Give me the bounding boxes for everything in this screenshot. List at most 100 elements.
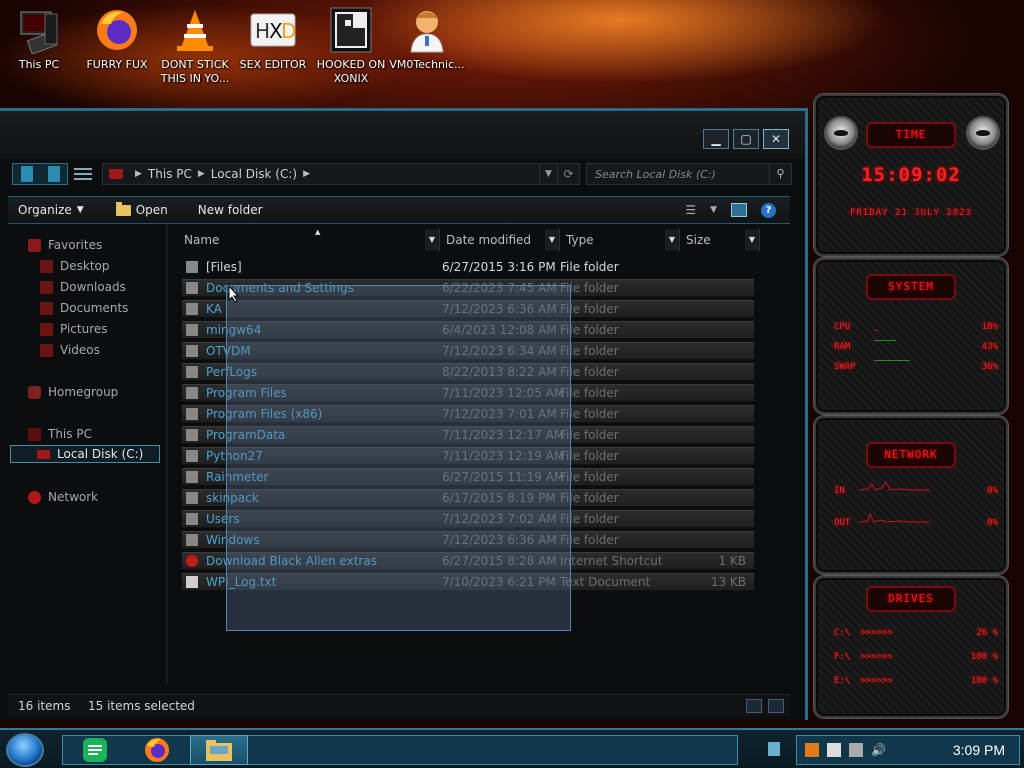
- recent-locations-icon[interactable]: [74, 163, 92, 185]
- desktop-icon-vm0technic[interactable]: VM0Technic...: [389, 6, 465, 72]
- breadcrumb-local-disk[interactable]: Local Disk (C:): [211, 167, 297, 181]
- nav-downloads[interactable]: Downloads: [40, 278, 126, 296]
- nav-documents[interactable]: Documents: [40, 299, 128, 317]
- column-header-date[interactable]: Date modified ▼: [440, 228, 560, 252]
- file-row[interactable]: PerfLogs 8/22/2013 8:22 AM File folder: [182, 363, 754, 381]
- close-button[interactable]: ✕: [763, 129, 789, 149]
- help-icon[interactable]: ?: [761, 202, 776, 218]
- chevron-down-icon[interactable]: ▼: [710, 205, 717, 215]
- start-button[interactable]: [6, 733, 44, 767]
- file-row[interactable]: Windows 7/12/2023 6:36 AM File folder: [182, 531, 754, 549]
- taskbar-file-explorer[interactable]: [190, 735, 248, 765]
- file-name-cell[interactable]: Download Black Alien extras: [182, 554, 440, 568]
- organize-button[interactable]: Organize ▼: [8, 203, 94, 217]
- taskbar-notes-app[interactable]: [66, 735, 124, 765]
- file-row[interactable]: OTVDM 7/12/2023 6:34 AM File folder: [182, 342, 754, 360]
- tray-network-icon[interactable]: [849, 743, 863, 757]
- chevron-right-icon[interactable]: ▶: [303, 169, 310, 179]
- desktop-icon-vlc[interactable]: DONT STICK THIS IN YO...: [157, 6, 233, 86]
- taskbar-clock[interactable]: 3:09 PM: [953, 742, 1019, 758]
- file-name-cell[interactable]: Rainmeter: [182, 470, 440, 484]
- file-row[interactable]: Python27 7/11/2023 12:19 AM File folder: [182, 447, 754, 465]
- back-forward-buttons[interactable]: [12, 163, 68, 185]
- file-row[interactable]: Program Files (x86) 7/12/2023 7:01 AM File…: [182, 405, 754, 423]
- file-name-cell[interactable]: Program Files (x86): [182, 407, 440, 421]
- column-filter-icon[interactable]: ▼: [545, 229, 559, 251]
- address-dropdown-icon[interactable]: ▼: [539, 164, 557, 184]
- nav-videos[interactable]: Videos: [40, 341, 100, 359]
- file-row[interactable]: WPI_Log.txt 7/10/2023 6:21 PM Text Documen…: [182, 573, 754, 591]
- desktop-icon-this-pc[interactable]: This PC: [1, 6, 77, 72]
- file-row[interactable]: Documents and Settings 6/22/2023 7:45 AM F…: [182, 279, 754, 297]
- new-folder-button[interactable]: New folder: [188, 203, 273, 217]
- maximize-button[interactable]: ▢: [733, 129, 759, 149]
- file-date: 7/11/2023 12:17 AM: [442, 428, 565, 442]
- file-row[interactable]: mingw64 6/4/2023 12:08 AM File folder: [182, 321, 754, 339]
- column-header-name[interactable]: ▲ Name ▼: [178, 228, 440, 252]
- file-row[interactable]: Download Black Alien extras 6/27/2015 8:2…: [182, 552, 754, 570]
- back-icon[interactable]: [20, 166, 33, 182]
- column-header-type[interactable]: Type ▼: [560, 228, 680, 252]
- chevron-right-icon[interactable]: ▶: [198, 169, 205, 179]
- file-name-cell[interactable]: Python27: [182, 449, 440, 463]
- volume-icon[interactable]: 🔊: [871, 743, 886, 757]
- file-name-cell[interactable]: Program Files: [182, 386, 440, 400]
- column-header-size[interactable]: Size ▼: [680, 228, 760, 252]
- file-name-cell[interactable]: KA: [182, 302, 440, 316]
- file-name-cell[interactable]: Documents and Settings: [182, 281, 440, 295]
- desktop-icon-hooked-on-xonix[interactable]: HOOKED ON XONIX: [313, 6, 389, 86]
- open-button[interactable]: Open: [106, 201, 178, 217]
- desktop-icon-furry-fux[interactable]: FURRY FUX: [79, 6, 155, 72]
- desktop-icon-sex-editor[interactable]: HXD SEX EDITOR: [235, 6, 311, 72]
- preview-pane-icon[interactable]: [731, 203, 747, 217]
- refresh-button[interactable]: ⟳: [558, 163, 580, 185]
- file-row[interactable]: Program Files 7/11/2023 12:05 AM File fold…: [182, 384, 754, 402]
- search-input[interactable]: Search Local Disk (C:): [595, 168, 716, 181]
- view-options-icon[interactable]: ☰: [685, 203, 696, 217]
- file-row[interactable]: Rainmeter 6/27/2015 11:19 AM File folder: [182, 468, 754, 486]
- chevron-right-icon[interactable]: ▶: [135, 169, 142, 179]
- file-name-cell[interactable]: WPI_Log.txt: [182, 575, 440, 589]
- status-bar: 16 items 15 items selected: [8, 694, 790, 716]
- details-view-icon[interactable]: [746, 698, 762, 713]
- taskbar-firefox[interactable]: [128, 735, 186, 765]
- address-bar[interactable]: ▶ This PC ▶ Local Disk (C:) ▶ ▼: [102, 163, 558, 185]
- file-name-cell[interactable]: mingw64: [182, 323, 440, 337]
- large-icons-view-icon[interactable]: [768, 698, 784, 713]
- nav-network[interactable]: Network: [28, 488, 98, 506]
- file-row[interactable]: skinpack 6/17/2015 8:19 PM File folder: [182, 489, 754, 507]
- search-box[interactable]: Search Local Disk (C:) ⚲: [586, 163, 792, 185]
- file-name-cell[interactable]: skinpack: [182, 491, 440, 505]
- nav-label: Local Disk (C:): [57, 447, 144, 461]
- column-filter-icon[interactable]: ▼: [745, 229, 759, 251]
- nav-favorites[interactable]: Favorites: [28, 236, 102, 254]
- file-name-cell[interactable]: OTVDM: [182, 344, 440, 358]
- nav-desktop[interactable]: Desktop: [40, 257, 110, 275]
- file-name-cell[interactable]: PerfLogs: [182, 365, 440, 379]
- column-filter-icon[interactable]: ▼: [425, 229, 439, 251]
- minimize-button[interactable]: ▁: [703, 129, 729, 149]
- file-name-cell[interactable]: ProgramData: [182, 428, 440, 442]
- file-row[interactable]: ProgramData 7/11/2023 12:17 AM File folder: [182, 426, 754, 444]
- search-icon[interactable]: ⚲: [769, 164, 791, 184]
- breadcrumb-this-pc[interactable]: This PC: [148, 167, 192, 181]
- file-row[interactable]: Users 7/12/2023 7:02 AM File folder: [182, 510, 754, 528]
- drive-f-row: F:\ >>>>>> 100 %: [834, 652, 998, 662]
- folder-icon: [206, 740, 232, 761]
- column-filter-icon[interactable]: ▼: [665, 229, 679, 251]
- nav-this-pc[interactable]: This PC: [28, 425, 92, 443]
- file-name-cell[interactable]: [Files]: [182, 260, 440, 274]
- file-name-cell[interactable]: Users: [182, 512, 440, 526]
- file-name-cell[interactable]: Windows: [182, 533, 440, 547]
- nav-homegroup[interactable]: Homegroup: [28, 383, 118, 401]
- nav-local-disk[interactable]: Local Disk (C:): [10, 445, 160, 463]
- forward-icon[interactable]: [47, 166, 60, 182]
- file-row[interactable]: [Files] 6/27/2015 3:16 PM File folder: [182, 258, 754, 276]
- tray-flag-icon[interactable]: [827, 743, 841, 757]
- tray-app-icon[interactable]: [805, 743, 819, 757]
- show-desktop-icon[interactable]: [768, 742, 780, 756]
- nav-pictures[interactable]: Pictures: [40, 320, 108, 338]
- title-bar[interactable]: [0, 111, 805, 159]
- nav-label: Desktop: [60, 259, 110, 273]
- file-row[interactable]: KA 7/12/2023 6:36 AM File folder: [182, 300, 754, 318]
